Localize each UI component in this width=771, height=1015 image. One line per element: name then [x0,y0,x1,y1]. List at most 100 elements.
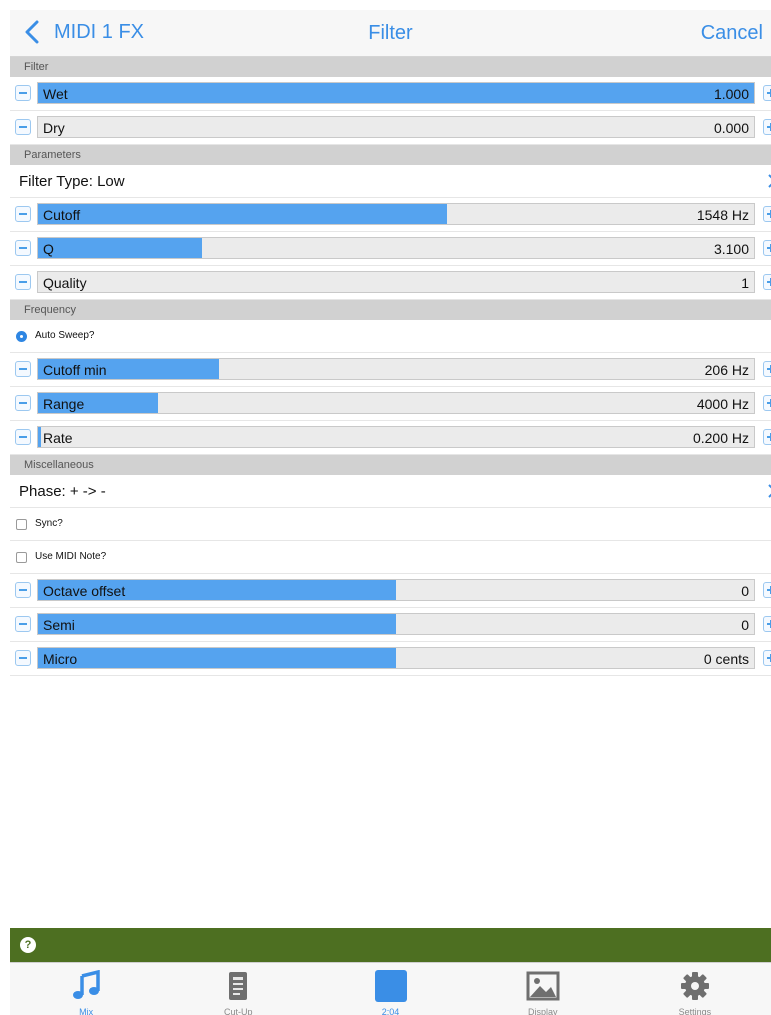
cutoff-slider[interactable]: Cutoff 1548 Hz [37,203,755,225]
phase-label: Phase: + -> - [19,483,106,500]
document-icon [229,972,248,1000]
rate-increment-button[interactable] [763,429,771,445]
range-slider[interactable]: Range 4000 Hz [37,392,755,414]
octave-offset-increment-button[interactable] [763,582,771,598]
dry-increment-button[interactable] [763,119,771,135]
octave-offset-slider[interactable]: Octave offset 0 [37,579,755,601]
wet-slider[interactable]: Wet 1.000 [37,82,755,104]
tab-settings[interactable]: Settings [619,963,771,1015]
help-icon[interactable]: ? [20,937,36,953]
sync-label: Sync? [35,518,63,529]
tab-cut-up[interactable]: Cut-Up [162,963,314,1015]
section-header-parameters: Parameters [10,145,771,165]
quality-value: 1 [741,275,749,291]
semi-value: 0 [741,617,749,633]
q-decrement-button[interactable] [15,240,31,256]
cutoff-min-slider[interactable]: Cutoff min 206 Hz [37,358,755,380]
micro-slider-row: Micro 0 cents [10,642,771,676]
dry-decrement-button[interactable] [15,119,31,135]
tab-display-label: Display [527,1007,558,1015]
dry-slider-row: Dry 0.000 [10,111,771,145]
semi-slider-fill [38,614,396,634]
wet-slider-fill [38,83,754,103]
range-increment-button[interactable] [763,395,771,411]
micro-slider-fill [38,648,396,668]
semi-decrement-button[interactable] [15,616,31,632]
image-icon [526,971,560,1001]
cutoff-min-slider-row: Cutoff min 206 Hz [10,353,771,387]
cutoff-min-increment-button[interactable] [763,361,771,377]
sync-checkbox[interactable] [16,519,27,530]
q-slider-row: Q 3.100 [10,232,771,266]
phase-row[interactable]: Phase: + -> - [10,475,771,508]
wet-label: Wet [43,86,68,102]
cutoff-min-decrement-button[interactable] [15,361,31,377]
back-button-label: MIDI 1 FX [54,20,145,43]
q-label: Q [43,241,54,257]
tab-record[interactable]: 2:04 [314,963,466,1015]
cutoff-slider-row: Cutoff 1548 Hz [10,198,771,232]
octave-offset-decrement-button[interactable] [15,582,31,598]
semi-slider[interactable]: Semi 0 [37,613,755,635]
use-midi-note-label: Use MIDI Note? [35,551,107,562]
range-decrement-button[interactable] [15,395,31,411]
wet-increment-button[interactable] [763,85,771,101]
cutoff-increment-button[interactable] [763,206,771,222]
rate-slider[interactable]: Rate 0.200 Hz [37,426,755,448]
dry-slider[interactable]: Dry 0.000 [37,116,755,138]
quality-label: Quality [43,275,87,291]
cancel-button[interactable]: Cancel [701,22,763,45]
octave-offset-value: 0 [741,583,749,599]
q-slider[interactable]: Q 3.100 [37,237,755,259]
quality-slider-row: Quality 1 [10,266,771,300]
quality-decrement-button[interactable] [15,274,31,290]
section-header-miscellaneous: Miscellaneous [10,455,771,475]
range-value: 4000 Hz [696,396,749,412]
tab-mix[interactable]: Mix [10,963,162,1015]
tab-cut-up-label: Cut-Up [224,1007,253,1015]
dry-label: Dry [43,120,65,136]
rate-decrement-button[interactable] [15,429,31,445]
semi-label: Semi [43,617,75,633]
navigation-bar: MIDI 1 FX Filter Cancel [10,10,771,57]
dry-value: 0.000 [713,120,749,136]
square-icon [374,970,407,1002]
quality-slider[interactable]: Quality 1 [37,271,755,293]
cutoff-decrement-button[interactable] [15,206,31,222]
filter-type-row[interactable]: Filter Type: Low [10,165,771,198]
tab-mix-label: Mix [79,1007,94,1015]
music-note-icon [73,970,100,999]
cutoff-slider-fill [38,204,447,224]
wet-decrement-button[interactable] [15,85,31,101]
tab-record-label: 2:04 [381,1007,400,1015]
use-midi-note-row: Use MIDI Note? [10,541,771,574]
range-slider-row: Range 4000 Hz [10,387,771,421]
use-midi-note-checkbox[interactable] [16,552,27,563]
auto-sweep-checkbox[interactable] [16,331,27,342]
octave-offset-label: Octave offset [43,583,126,599]
quality-increment-button[interactable] [763,274,771,290]
micro-decrement-button[interactable] [15,650,31,666]
auto-sweep-row: Auto Sweep? [10,320,771,353]
sync-row: Sync? [10,508,771,541]
section-header-frequency: Frequency [10,300,771,320]
app-frame: MIDI 1 FX Filter Cancel Filter Wet 1.000… [10,10,771,1015]
micro-slider[interactable]: Micro 0 cents [37,647,755,669]
q-increment-button[interactable] [763,240,771,256]
tab-display[interactable]: Display [467,963,619,1015]
cutoff-label: Cutoff [43,207,81,223]
back-button[interactable]: MIDI 1 FX [24,20,144,44]
tab-settings-label: Settings [678,1007,712,1015]
auto-sweep-label: Auto Sweep? [35,330,95,341]
tab-bar: Mix Cut-Up 2:04 Display Settings [10,962,771,1015]
rate-label: Rate [43,430,73,446]
octave-offset-slider-row: Octave offset 0 [10,574,771,608]
q-slider-fill [38,238,202,258]
micro-value: 0 cents [703,651,749,667]
wet-value: 1.000 [713,86,749,102]
rate-value: 0.200 Hz [692,430,749,446]
micro-increment-button[interactable] [763,650,771,666]
range-label: Range [43,396,85,412]
semi-increment-button[interactable] [763,616,771,632]
rate-slider-fill [38,427,41,447]
